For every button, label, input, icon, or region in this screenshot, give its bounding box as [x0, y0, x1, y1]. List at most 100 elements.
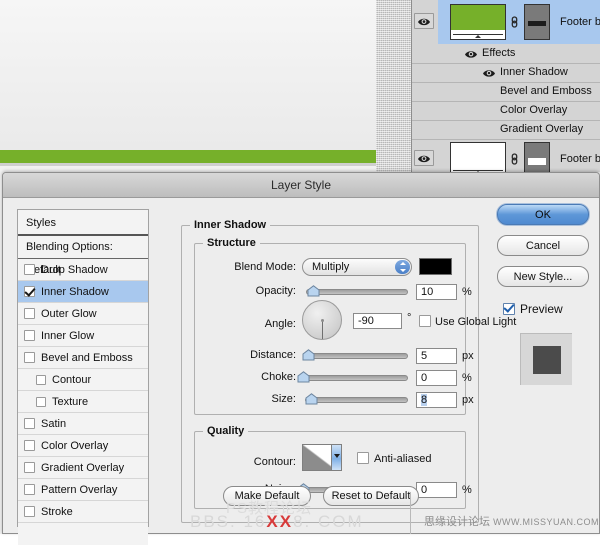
choke-input[interactable]: 0	[416, 370, 457, 386]
layer-name[interactable]: Footer bg	[560, 153, 600, 165]
canvas-texture-strip	[376, 0, 412, 172]
checkbox-inner-shadow[interactable]	[24, 286, 35, 297]
layer-effects-group-row[interactable]: Effects	[412, 44, 600, 63]
size-unit: px	[462, 394, 474, 406]
eye-icon[interactable]	[414, 150, 434, 166]
style-item-stroke[interactable]: Stroke	[18, 501, 148, 523]
styles-list-panel[interactable]: Styles Blending Options: Default Drop Sh…	[17, 209, 149, 545]
style-item-pattern-overlay[interactable]: Pattern Overlay	[18, 479, 148, 501]
style-item-label: Satin	[41, 417, 67, 430]
link-icon[interactable]	[510, 15, 519, 29]
style-item-label: Gradient Overlay	[41, 461, 125, 474]
choke-slider-track[interactable]	[299, 375, 408, 381]
layer-thumbnail-footer-bg[interactable]	[450, 142, 506, 176]
noise-input[interactable]: 0	[416, 482, 457, 498]
dialog-titlebar[interactable]: Layer Style	[3, 173, 599, 198]
checkbox-stroke[interactable]	[24, 506, 35, 517]
layer-effect-row-bevel-and-emboss[interactable]: Bevel and Emboss	[412, 83, 600, 101]
opacity-slider-knob[interactable]	[307, 285, 320, 297]
anti-aliased-label: Anti-aliased	[374, 453, 432, 465]
checkbox-contour[interactable]	[36, 374, 46, 385]
layer-thumbnail-footer-border[interactable]	[450, 4, 506, 40]
size-slider-track[interactable]	[305, 397, 408, 403]
checkbox-color-overlay[interactable]	[24, 440, 35, 451]
eye-icon[interactable]	[464, 48, 478, 60]
layer-row-footer-border[interactable]: Footer border	[412, 0, 600, 44]
checkbox-drop-shadow[interactable]	[24, 264, 35, 275]
checkbox-gradient-overlay[interactable]	[24, 462, 35, 473]
layer-effect-row-inner-shadow[interactable]: Inner Shadow	[412, 64, 600, 82]
checkbox-satin[interactable]	[24, 418, 35, 429]
size-slider-knob[interactable]	[305, 393, 318, 405]
check-icon	[503, 301, 515, 313]
layers-panel: Footer border Effects Inner Shadow Bevel…	[412, 0, 600, 176]
style-item-label: Drop Shadow	[41, 263, 108, 276]
style-item-bevel-and-emboss[interactable]: Bevel and Emboss	[18, 347, 148, 369]
distance-slider-track[interactable]	[303, 353, 408, 359]
checkbox-use-global-light[interactable]	[419, 315, 431, 327]
layer-effect-name[interactable]: Inner Shadow	[500, 66, 568, 78]
layer-effect-name[interactable]: Gradient Overlay	[500, 123, 583, 135]
cancel-label: Cancel	[525, 239, 561, 252]
style-preview-thumbnail	[520, 333, 572, 385]
new-style-button[interactable]: New Style...	[497, 266, 589, 287]
chevron-updown-icon[interactable]	[395, 260, 410, 274]
shadow-color-swatch[interactable]	[419, 258, 452, 275]
structure-group-title: Structure	[203, 237, 260, 249]
make-default-button[interactable]: Make Default	[223, 486, 311, 506]
style-item-label: Color Overlay	[41, 439, 109, 452]
style-item-inner-glow[interactable]: Inner Glow	[18, 325, 148, 347]
layer-mask-thumbnail[interactable]	[524, 4, 550, 40]
layer-mask-thumbnail[interactable]	[524, 142, 550, 176]
eye-icon[interactable]	[482, 67, 496, 79]
cancel-button[interactable]: Cancel	[497, 235, 589, 256]
layer-effect-name[interactable]: Bevel and Emboss	[500, 85, 592, 97]
checkbox-outer-glow[interactable]	[24, 308, 35, 319]
choke-slider-knob[interactable]	[297, 371, 310, 383]
style-item-inner-shadow[interactable]: Inner Shadow	[18, 281, 148, 303]
layer-effect-row-gradient-overlay[interactable]: Gradient Overlay	[412, 121, 600, 139]
opacity-input[interactable]: 10	[416, 284, 457, 300]
style-item-gradient-overlay[interactable]: Gradient Overlay	[18, 457, 148, 479]
angle-input[interactable]: -90	[353, 313, 402, 329]
style-item-satin[interactable]: Satin	[18, 413, 148, 435]
contour-preset-picker[interactable]	[302, 444, 342, 471]
chevron-down-icon[interactable]	[331, 445, 341, 470]
style-item-outer-glow[interactable]: Outer Glow	[18, 303, 148, 325]
checkbox-anti-aliased[interactable]	[357, 452, 369, 464]
angle-value: -90	[358, 315, 374, 327]
checkbox-texture[interactable]	[36, 396, 46, 407]
distance-slider-knob[interactable]	[302, 349, 315, 361]
effect-options-panel: Inner Shadow Structure Blend Mode: Multi…	[181, 217, 516, 523]
noise-value: 0	[421, 484, 428, 496]
checkbox-inner-glow[interactable]	[24, 330, 35, 341]
size-input[interactable]: 8	[416, 392, 457, 408]
checkbox-bevel-and-emboss[interactable]	[24, 352, 35, 363]
eye-icon[interactable]	[414, 13, 434, 29]
angle-dial-needle	[322, 320, 323, 339]
preview-shape	[533, 346, 561, 374]
style-item-contour[interactable]: Contour	[18, 369, 148, 391]
choke-value: 0	[421, 372, 428, 384]
layer-name[interactable]: Footer border	[560, 16, 600, 28]
preview-label: Preview	[520, 302, 563, 316]
ok-button[interactable]: OK	[497, 204, 589, 225]
opacity-slider-track[interactable]	[306, 289, 408, 295]
link-icon[interactable]	[510, 152, 519, 166]
use-global-light-label: Use Global Light	[435, 316, 517, 328]
style-item-color-overlay[interactable]: Color Overlay	[18, 435, 148, 457]
layer-effect-row-color-overlay[interactable]: Color Overlay	[412, 102, 600, 120]
checkbox-preview[interactable]	[503, 301, 515, 315]
style-item-texture[interactable]: Texture	[18, 391, 148, 413]
styles-list-header[interactable]: Styles	[18, 210, 148, 236]
webpage-body-area	[0, 0, 376, 150]
reset-to-default-button[interactable]: Reset to Default	[323, 486, 419, 506]
blend-mode-select[interactable]: Multiply	[302, 258, 412, 276]
distance-value: 5	[421, 350, 428, 362]
checkbox-pattern-overlay[interactable]	[24, 484, 35, 495]
choke-label: Choke:	[261, 371, 296, 383]
distance-input[interactable]: 5	[416, 348, 457, 364]
layer-effect-name[interactable]: Color Overlay	[500, 104, 567, 116]
blending-options-item[interactable]: Blending Options: Default	[18, 236, 148, 276]
angle-dial[interactable]	[302, 300, 342, 340]
